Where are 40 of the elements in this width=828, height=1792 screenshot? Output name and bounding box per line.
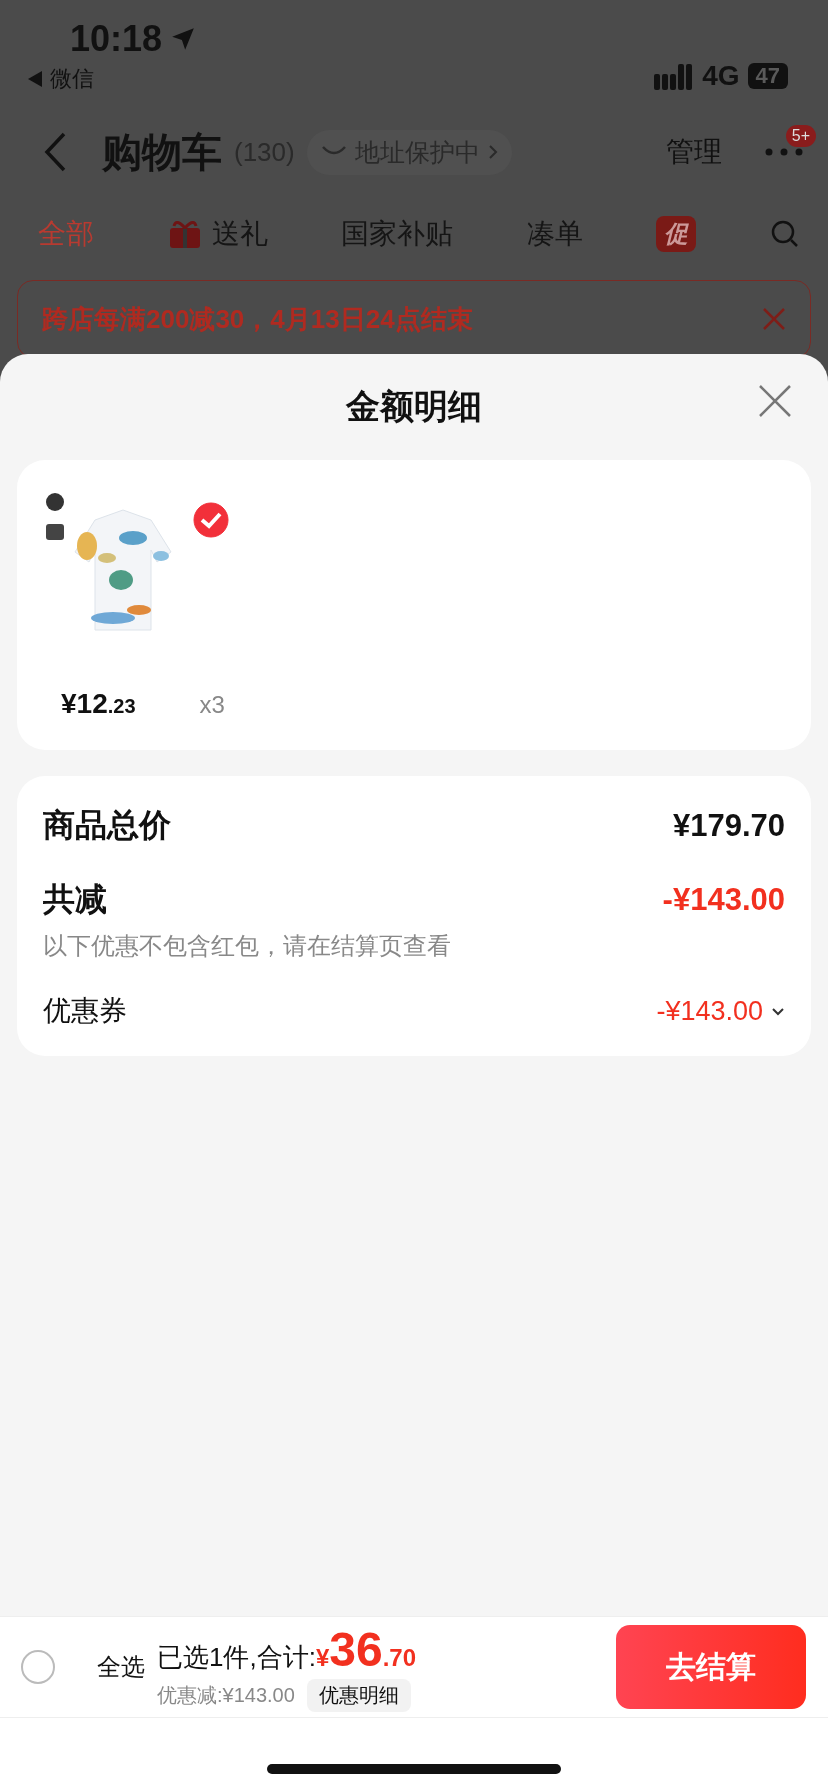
- back-triangle-icon: [28, 71, 42, 87]
- close-icon[interactable]: [762, 307, 786, 331]
- search-icon[interactable]: [769, 219, 800, 249]
- back-chevron-icon[interactable]: [44, 132, 66, 172]
- currency-symbol: ¥: [315, 1644, 330, 1672]
- promo-tab[interactable]: 促: [656, 216, 697, 252]
- page-title: 购物车: [102, 128, 222, 176]
- summary-amount: ¥179.70: [672, 808, 785, 844]
- manage-button[interactable]: 管理: [666, 133, 722, 171]
- signal-icon: [654, 62, 695, 90]
- check-icon[interactable]: [193, 502, 229, 538]
- location-arrow-icon: [170, 26, 197, 52]
- quantity: x3: [199, 691, 225, 719]
- back-to-app-link[interactable]: 微信: [50, 64, 94, 94]
- select-all-radio[interactable]: [21, 1650, 55, 1684]
- notification-badge: 5+: [785, 125, 816, 147]
- summary-label: 商品总价: [43, 806, 171, 845]
- chevron-right-icon: [487, 144, 498, 160]
- selected-summary: 已选1件,合计:: [157, 1641, 316, 1674]
- summary-amount: -¥143.00: [662, 882, 785, 918]
- summary-amount: -¥143.00: [656, 995, 763, 1027]
- tab[interactable]: 全部: [38, 215, 94, 253]
- discount-summary: 优惠减:¥143.00: [157, 1683, 295, 1708]
- battery-level: 47: [747, 63, 788, 89]
- checkout-button[interactable]: 去结算: [616, 1625, 806, 1709]
- more-icon[interactable]: [764, 147, 804, 157]
- summary-label: 共减: [43, 880, 107, 919]
- network-type: 4G: [702, 60, 740, 92]
- promo-banner-text: 跨店每满200减30，4月13日24点结束: [42, 302, 473, 336]
- select-all-label: 全选: [97, 1652, 145, 1682]
- gift-icon: [167, 218, 202, 250]
- sheet-title: 金额明细: [346, 386, 482, 427]
- close-button[interactable]: [758, 384, 792, 418]
- summary-label: 优惠券: [43, 994, 127, 1028]
- chevron-down-icon[interactable]: [771, 1006, 785, 1016]
- total-price: 36.70: [329, 1622, 417, 1677]
- discount-note: 以下优惠不包含红包，请在结算页查看: [43, 931, 452, 961]
- unit-price: ¥12.23: [61, 688, 136, 720]
- discount-detail-button[interactable]: 优惠明细: [306, 1679, 411, 1712]
- status-time: 10:18: [70, 18, 163, 60]
